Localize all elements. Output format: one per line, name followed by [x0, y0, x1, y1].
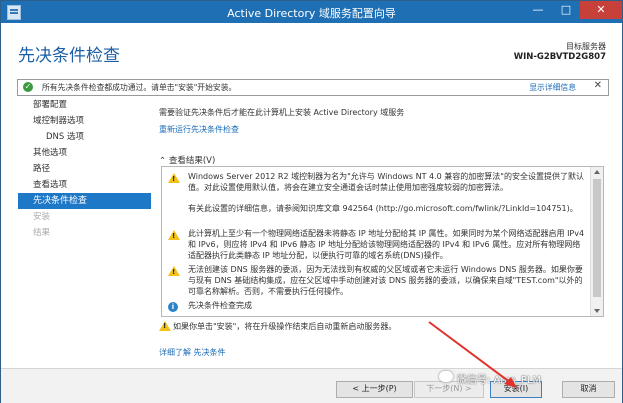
wizard-window: Active Directory 域服务配置向导 — □ ✕ 先决条件检查 目标… [0, 0, 623, 403]
red-arrow-annotation [428, 321, 517, 388]
